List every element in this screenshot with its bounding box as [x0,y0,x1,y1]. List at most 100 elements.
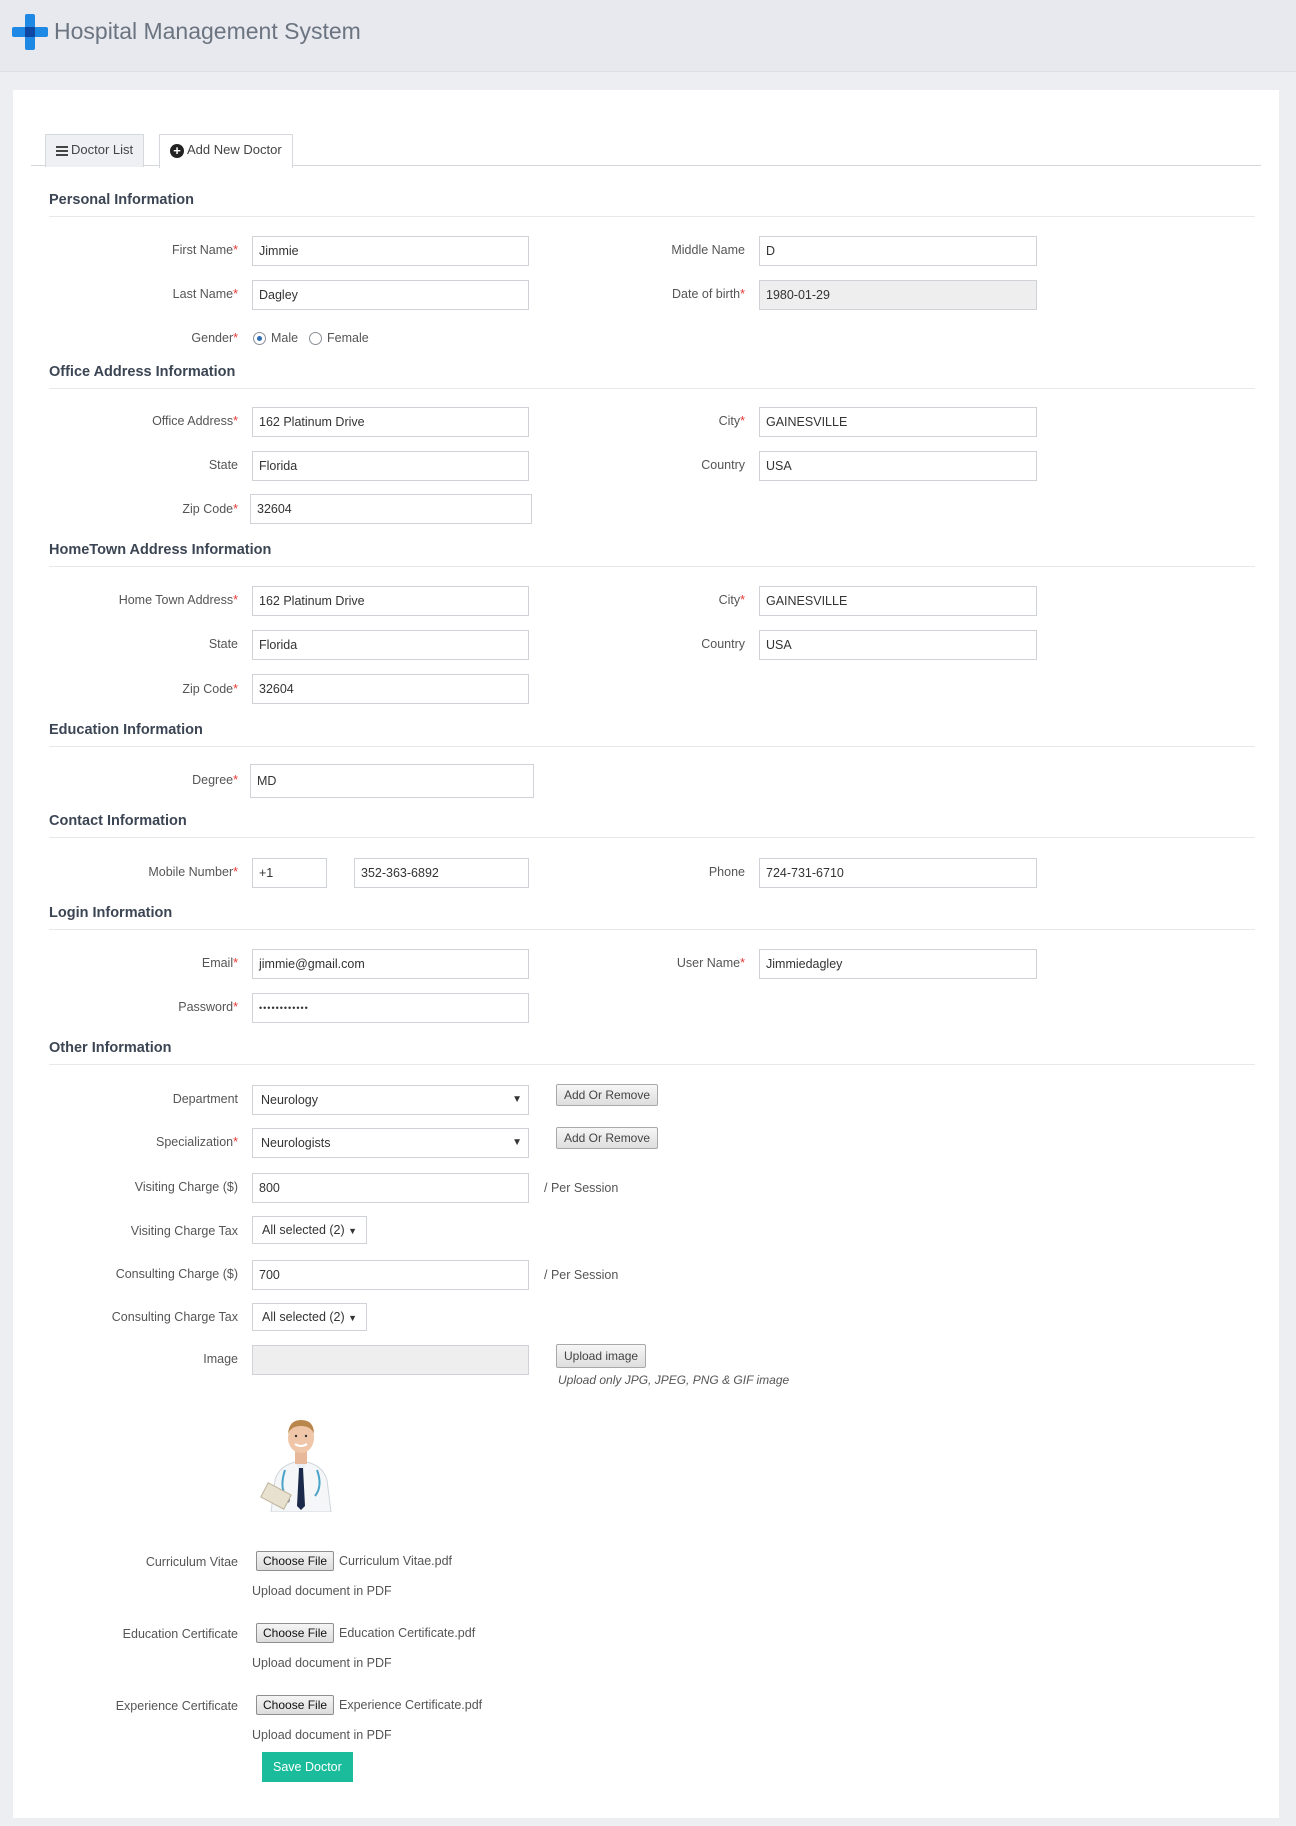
section-office-title: Office Address Information [49,364,1255,389]
consulting-per-session-note: / Per Session [544,1268,619,1282]
exp-cert-label: Experience Certificate [115,1699,238,1713]
first-name-input[interactable]: Jimmie [252,236,529,266]
hometown-address-input[interactable]: 162 Platinum Drive [252,586,529,616]
office-country-input[interactable]: USA [759,451,1037,481]
phone-input[interactable]: 724-731-6710 [759,858,1037,888]
first-name-label: First Name* [172,243,238,257]
cv-label: Curriculum Vitae [145,1555,238,1569]
last-name-input[interactable]: Dagley [252,280,529,310]
office-city-input[interactable]: GAINESVILLE [759,407,1037,437]
office-address-label: Office Address* [152,414,238,428]
cv-choose-file-button[interactable]: Choose File [256,1551,335,1571]
hometown-city-input[interactable]: GAINESVILLE [759,586,1037,616]
hometown-state-label: State [208,637,238,651]
specialization-value: Neurologists [261,1136,331,1150]
department-add-remove-button[interactable]: Add Or Remove [556,1084,659,1106]
upload-image-button[interactable]: Upload image [556,1344,647,1368]
office-state-label: State [208,458,238,472]
hometown-country-input[interactable]: USA [759,630,1037,660]
section-hometown-title: HomeTown Address Information [49,542,1255,567]
hometown-zip-label: Zip Code* [182,682,238,696]
caret-down-icon: ▼ [348,1313,358,1323]
gender-label: Gender* [191,331,238,345]
hometown-state-input[interactable]: Florida [252,630,529,660]
office-state-input[interactable]: Florida [252,451,529,481]
visiting-charge-label: Visiting Charge ($) [134,1180,238,1194]
specialization-label: Specialization* [155,1135,238,1149]
specialization-select[interactable]: Neurologists ▼ [252,1128,529,1158]
office-country-label: Country [701,458,745,472]
gender-female-radio[interactable] [309,332,322,345]
department-select[interactable]: Neurology ▼ [252,1085,529,1115]
middle-name-label: Middle Name [671,243,745,257]
edu-cert-pdf-hint: Upload document in PDF [252,1656,392,1670]
gender-female-label: Female [327,331,369,345]
cv-pdf-hint: Upload document in PDF [252,1584,392,1598]
phone-label: Phone [708,865,745,879]
specialization-add-remove-button[interactable]: Add Or Remove [556,1127,659,1149]
plus-circle-icon: + [170,143,184,158]
middle-name-input[interactable]: D [759,236,1037,266]
gender-male-radio[interactable] [253,332,266,345]
office-city-label: City* [718,414,745,428]
section-login-title: Login Information [49,905,1255,930]
mobile-number-input[interactable]: 352-363-6892 [354,858,529,888]
hospital-cross-logo-icon [12,14,48,50]
save-doctor-button[interactable]: Save Doctor [262,1752,353,1782]
main-card: Doctor List + Add New Doctor Personal Inf… [13,90,1279,1818]
exp-cert-choose-file-button[interactable]: Choose File [256,1695,335,1715]
doctor-photo [253,1410,349,1512]
edu-cert-choose-file-button[interactable]: Choose File [256,1623,335,1643]
email-label: Email* [201,956,238,970]
hometown-address-label: Home Town Address* [118,593,238,607]
section-contact-title: Contact Information [49,813,1255,838]
visiting-per-session-note: / Per Session [544,1181,619,1195]
caret-down-icon: ▼ [512,1094,522,1105]
exp-cert-file-name: Experience Certificate.pdf [339,1698,483,1712]
top-bar: Hospital Management System [0,0,1296,72]
department-value: Neurology [261,1093,318,1107]
app-title: Hospital Management System [54,18,361,44]
exp-cert-pdf-hint: Upload document in PDF [252,1728,392,1742]
mobile-country-code-input[interactable]: +1 [252,858,327,888]
section-other-title: Other Information [49,1040,1255,1065]
visiting-tax-label: Visiting Charge Tax [130,1224,238,1238]
consulting-charge-label: Consulting Charge ($) [115,1267,238,1281]
password-input[interactable]: •••••••••••• [252,993,529,1023]
tab-bar: Doctor List + Add New Doctor [31,134,1261,168]
office-zip-label: Zip Code* [182,502,238,516]
tab-doctor-list[interactable]: Doctor List [45,134,145,167]
username-input[interactable]: Jimmiedagley [759,949,1037,979]
office-zip-input[interactable]: 32604 [250,494,532,524]
hometown-country-label: Country [701,637,745,651]
consulting-tax-value: All selected (2) [262,1310,345,1324]
department-label: Department [172,1092,238,1106]
consulting-tax-multiselect[interactable]: All selected (2) ▼ [252,1303,368,1331]
dob-label: Date of birth* [672,287,745,301]
dob-input[interactable]: 1980-01-29 [759,280,1037,310]
edu-cert-file-name: Education Certificate.pdf [339,1626,476,1640]
image-label: Image [203,1352,238,1366]
gender-male-label: Male [271,331,299,345]
visiting-tax-multiselect[interactable]: All selected (2) ▼ [252,1216,368,1244]
last-name-label: Last Name* [172,287,238,301]
mobile-number-label: Mobile Number* [148,865,238,879]
degree-label: Degree* [192,773,238,787]
cv-file-name: Curriculum Vitae.pdf [339,1554,453,1568]
section-personal-title: Personal Information [49,192,1255,217]
username-label: User Name* [676,956,745,970]
consulting-charge-input[interactable]: 700 [252,1260,529,1290]
caret-down-icon: ▼ [348,1226,358,1236]
edu-cert-label: Education Certificate [122,1627,238,1641]
office-address-input[interactable]: 162 Platinum Drive [252,407,529,437]
visiting-charge-input[interactable]: 800 [252,1173,529,1203]
tab-add-new-doctor[interactable]: + Add New Doctor [159,134,293,168]
list-icon [56,144,68,158]
upload-image-hint: Upload only JPG, JPEG, PNG & GIF image [558,1373,790,1387]
password-label: Password* [178,1000,238,1014]
hometown-zip-input[interactable]: 32604 [252,674,529,704]
hometown-city-label: City* [718,593,745,607]
caret-down-icon: ▼ [512,1137,522,1148]
degree-input[interactable]: MD [250,764,534,798]
email-input[interactable]: jimmie@gmail.com [252,949,529,979]
